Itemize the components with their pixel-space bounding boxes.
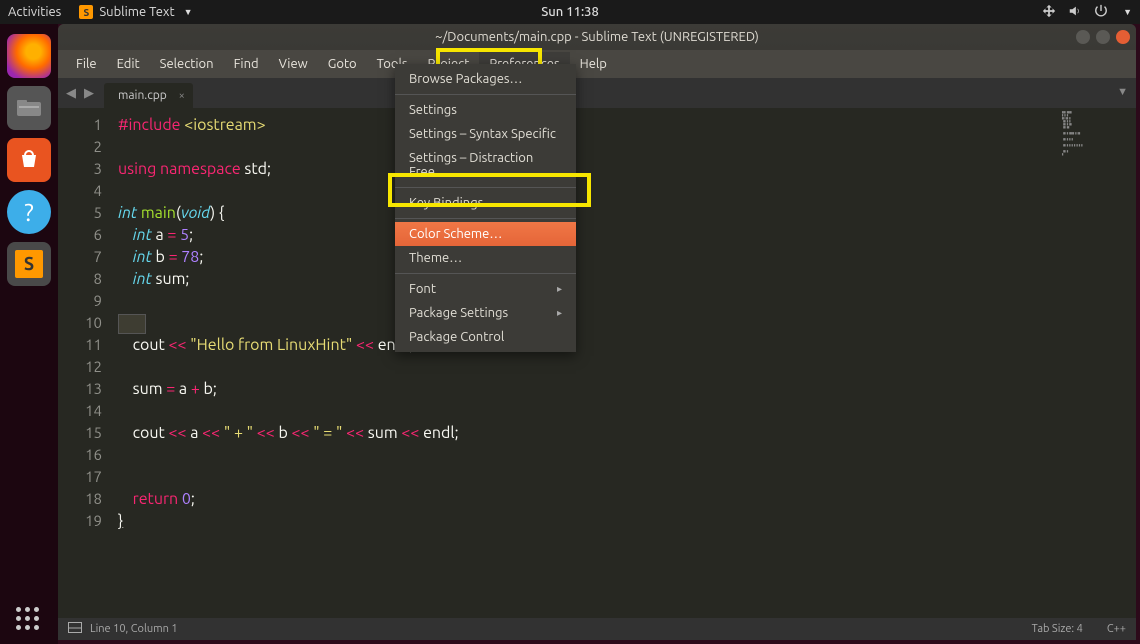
minimap[interactable]: ███ ████ █ █ █ ██ ██ █ ██ █ █ ██ █ ██ ██…	[1056, 108, 1136, 618]
dropdown-item-label: Package Settings	[409, 306, 508, 320]
line-number: 7	[58, 246, 102, 268]
line-number: 4	[58, 180, 102, 202]
dropdown-item-label: Settings – Syntax Specific	[409, 127, 556, 141]
line-number: 14	[58, 400, 102, 422]
separator	[395, 273, 576, 274]
dropdown-item-label: Color Scheme…	[409, 227, 502, 241]
close-button[interactable]	[1116, 30, 1130, 44]
line-gutter: 12345678910111213141516171819	[58, 108, 112, 618]
volume-icon[interactable]	[1068, 4, 1082, 21]
line-number: 18	[58, 488, 102, 510]
line-number: 15	[58, 422, 102, 444]
power-icon[interactable]	[1094, 4, 1108, 21]
status-tab-size[interactable]: Tab Size: 4	[1032, 623, 1083, 635]
menu-file[interactable]: File	[66, 52, 107, 76]
dropdown-item[interactable]: Font ▸	[395, 277, 576, 301]
tab-main-cpp[interactable]: main.cpp ×	[104, 83, 193, 108]
dropdown-item-label: Theme…	[409, 251, 462, 265]
window-title: ~/Documents/main.cpp - Sublime Text (UNR…	[435, 30, 759, 44]
app-menu[interactable]: S Sublime Text ▼	[79, 5, 192, 19]
editor[interactable]: 12345678910111213141516171819 #include <…	[58, 108, 1136, 618]
maximize-button[interactable]	[1096, 30, 1110, 44]
line-number: 1	[58, 114, 102, 136]
sublime-icon: S	[79, 5, 93, 19]
tab-overflow-icon[interactable]: ▼	[1117, 86, 1128, 98]
network-icon[interactable]	[1042, 4, 1056, 21]
dropdown-item[interactable]: Theme…	[395, 246, 576, 270]
tab-bar: ◀ ▶ main.cpp × ▼	[58, 78, 1136, 108]
close-icon[interactable]: ×	[179, 90, 185, 102]
clock[interactable]: Sun 11:38	[541, 5, 599, 19]
line-number: 3	[58, 158, 102, 180]
statusbar: Line 10, Column 1 Tab Size: 4 C++	[58, 618, 1136, 640]
menu-selection[interactable]: Selection	[150, 52, 224, 76]
dropdown-item[interactable]: Key Bindings	[395, 191, 576, 215]
line-number: 17	[58, 466, 102, 488]
status-syntax[interactable]: C++	[1107, 623, 1126, 635]
line-number: 8	[58, 268, 102, 290]
dropdown-item[interactable]: Browse Packages…	[395, 67, 576, 91]
menu-help[interactable]: Help	[570, 52, 617, 76]
chevron-right-icon: ▸	[557, 283, 562, 295]
panel-switcher-icon[interactable]	[68, 622, 82, 636]
line-number: 19	[58, 510, 102, 532]
line-number: 9	[58, 290, 102, 312]
activities-button[interactable]: Activities	[8, 5, 61, 19]
menubar: File Edit Selection Find View Goto Tools…	[58, 50, 1136, 78]
cursor-line	[118, 314, 146, 334]
tab-prev-icon[interactable]: ◀	[62, 86, 80, 101]
sublime-icon: S	[15, 250, 43, 278]
line-number: 12	[58, 356, 102, 378]
line-number: 10	[58, 312, 102, 334]
chevron-right-icon: ▸	[557, 307, 562, 319]
menu-edit[interactable]: Edit	[107, 52, 150, 76]
line-number: 16	[58, 444, 102, 466]
ubuntu-dock: ? S	[0, 24, 58, 644]
line-number: 2	[58, 136, 102, 158]
show-applications-button[interactable]	[16, 607, 39, 630]
dropdown-item[interactable]: Settings – Distraction Free	[395, 146, 576, 184]
minimap-content: ███ ████ █ █ █ ██ ██ █ ██ █ █ ██ █ ██ ██…	[1056, 108, 1136, 161]
line-number: 5	[58, 202, 102, 224]
help-launcher[interactable]: ?	[7, 190, 51, 234]
dropdown-item[interactable]: Package Control	[395, 325, 576, 349]
minimize-button[interactable]	[1076, 30, 1090, 44]
firefox-launcher[interactable]	[7, 34, 51, 78]
sublime-window: ~/Documents/main.cpp - Sublime Text (UNR…	[58, 24, 1136, 640]
line-number: 6	[58, 224, 102, 246]
dropdown-item-label: Package Control	[409, 330, 504, 344]
dropdown-item-label: Browse Packages…	[409, 72, 523, 86]
tab-label: main.cpp	[118, 89, 167, 102]
software-center-launcher[interactable]	[7, 138, 51, 182]
separator	[395, 94, 576, 95]
gnome-topbar: Activities S Sublime Text ▼ Sun 11:38 ▼	[0, 0, 1140, 24]
status-position[interactable]: Line 10, Column 1	[90, 623, 178, 635]
chevron-down-icon: ▼	[184, 7, 193, 17]
line-number: 13	[58, 378, 102, 400]
separator	[395, 187, 576, 188]
dropdown-item-label: Settings	[409, 103, 457, 117]
dropdown-item[interactable]: Settings – Syntax Specific	[395, 122, 576, 146]
separator	[395, 218, 576, 219]
window-titlebar[interactable]: ~/Documents/main.cpp - Sublime Text (UNR…	[58, 24, 1136, 50]
line-number: 11	[58, 334, 102, 356]
files-launcher[interactable]	[7, 86, 51, 130]
dropdown-item[interactable]: Package Settings ▸	[395, 301, 576, 325]
dropdown-item[interactable]: Color Scheme…	[395, 222, 576, 246]
preferences-dropdown: Browse Packages… Settings Settings – Synta…	[395, 64, 576, 352]
tab-next-icon[interactable]: ▶	[80, 86, 98, 101]
code-area[interactable]: #include <iostream> using namespace std;…	[112, 108, 1136, 618]
dropdown-item-label: Settings – Distraction Free	[409, 151, 562, 179]
sublime-launcher[interactable]: S	[7, 242, 51, 286]
chevron-down-icon: ▼	[1123, 7, 1132, 17]
menu-view[interactable]: View	[269, 52, 318, 76]
dropdown-item-label: Key Bindings	[409, 196, 483, 210]
dropdown-item-label: Font	[409, 282, 436, 296]
dropdown-item[interactable]: Settings	[395, 98, 576, 122]
menu-find[interactable]: Find	[224, 52, 269, 76]
menu-goto[interactable]: Goto	[318, 52, 367, 76]
